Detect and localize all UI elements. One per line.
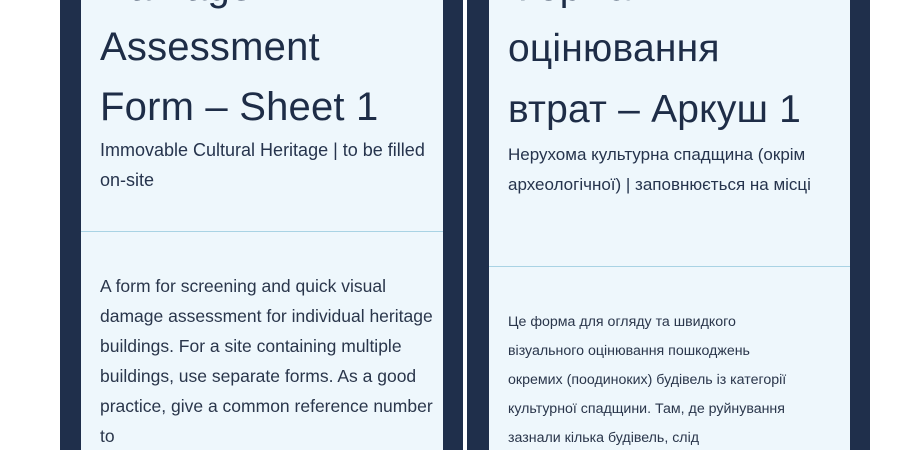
document-page: Damage Assessment Form – Sheet 1 Immovab… — [0, 0, 900, 450]
ukrainian-description-line: зазнали кілька будівель, слід — [508, 430, 700, 446]
ukrainian-description-line: візуального оцінювання пошкоджень — [508, 343, 750, 359]
english-form-description: A form for screening and quick visual da… — [100, 276, 433, 446]
ukrainian-description-line: окремих (поодиноких) будівель із категор… — [508, 372, 787, 388]
english-form-title: Damage Assessment Form – Sheet 1 — [100, 0, 379, 129]
ukrainian-form-sheet: Форма оцінювання втрат – Аркуш 1 Нерухом… — [489, 0, 850, 450]
english-form-sheet: Damage Assessment Form – Sheet 1 Immovab… — [81, 0, 443, 450]
english-form-subtitle: Immovable Cultural Heritage | to be fill… — [100, 140, 425, 190]
ukrainian-form-subtitle: Нерухома культурна спадщина (окрім архео… — [508, 145, 811, 194]
ukrainian-form-title: Форма оцінювання втрат – Аркуш 1 — [508, 0, 801, 131]
ukrainian-description-line: культурної спадщини. Там, де руйнування — [508, 401, 785, 417]
ukrainian-section-divider — [489, 266, 850, 267]
english-section-divider — [81, 231, 443, 232]
ukrainian-form-description: Це форма для огляду та швидкого візуальн… — [508, 308, 850, 450]
ukrainian-description-line: Це форма для огляду та швидкого — [508, 314, 736, 330]
